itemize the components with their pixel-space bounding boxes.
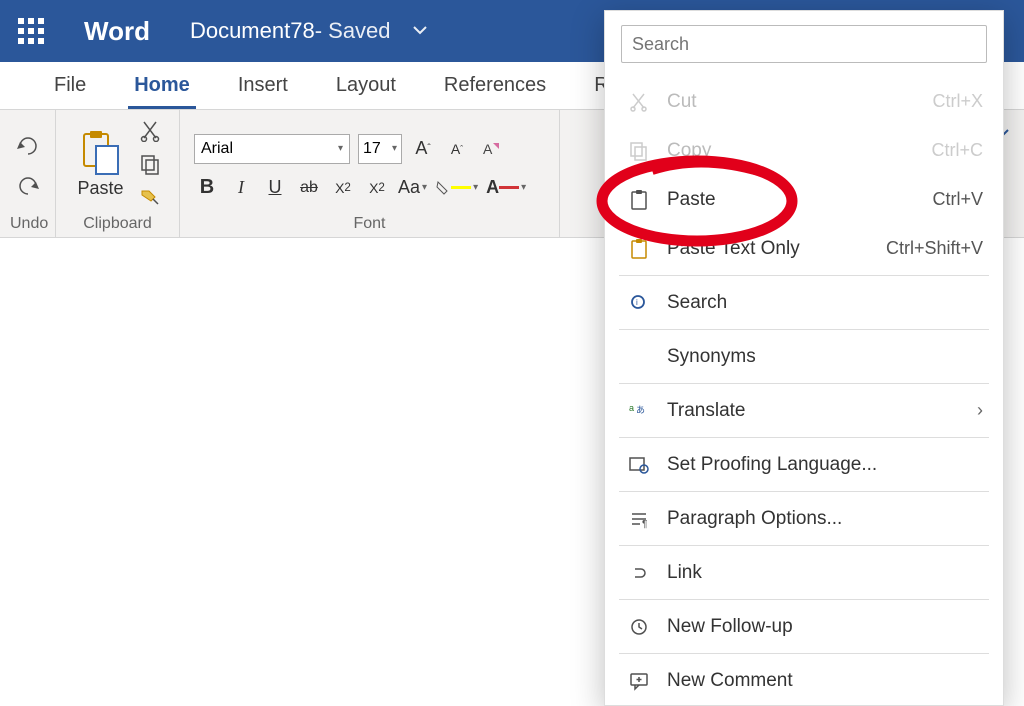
shortcut: Ctrl+X [932,91,983,112]
paste-icon [80,130,122,176]
highlight-button[interactable]: ▾ [435,174,478,202]
separator [619,329,989,330]
underline-button[interactable]: U [262,174,288,202]
menu-label: Link [667,562,983,584]
context-search-box[interactable] [621,25,987,63]
menu-new-followup[interactable]: New Follow-up [605,602,1003,651]
menu-label: Search [667,292,983,314]
app-launcher-icon[interactable] [18,18,44,44]
paragraph-icon: ¶ [625,508,653,530]
menu-translate[interactable]: aあ Translate › [605,386,1003,435]
tab-insert[interactable]: Insert [214,62,312,109]
menu-cut: Cut Ctrl+X [605,77,1003,126]
paste-button[interactable]: Paste [71,126,129,203]
shortcut: Ctrl+V [932,189,983,210]
separator [619,275,989,276]
separator [619,545,989,546]
link-icon [625,562,653,584]
separator [619,599,989,600]
menu-label: New Follow-up [667,616,983,638]
svg-text:A: A [483,141,493,157]
font-family-value: Arial [201,140,233,158]
menu-label: New Comment [667,670,983,692]
chevron-down-icon: ▾ [392,143,397,154]
svg-text:i: i [636,298,638,307]
tab-file[interactable]: File [30,62,110,109]
font-size-value: 17 [363,140,381,158]
menu-label: Cut [667,91,932,113]
tab-layout[interactable]: Layout [312,62,420,109]
bold-button[interactable]: B [194,174,220,202]
svg-text:a: a [629,403,634,413]
chevron-right-icon: › [977,400,983,421]
strikethrough-button[interactable]: ab [296,174,322,202]
proofing-icon [625,454,653,476]
menu-paragraph-options[interactable]: ¶ Paragraph Options... [605,494,1003,543]
group-label-clipboard: Clipboard [66,213,169,233]
comment-icon [625,670,653,692]
shortcut: Ctrl+Shift+V [886,238,983,259]
shrink-font-button[interactable]: Aˆ [444,135,470,163]
context-menu: Cut Ctrl+X Copy Ctrl+C Paste Ctrl+V Past… [604,10,1004,706]
ribbon-group-clipboard: Paste Clipboard [56,110,180,237]
font-color-button[interactable]: A ▾ [486,174,526,202]
menu-label: Paste Text Only [667,238,886,260]
svg-text:¶: ¶ [642,519,647,529]
cut-button[interactable] [136,117,164,145]
separator [619,491,989,492]
chevron-down-icon: ▾ [338,143,343,154]
italic-button[interactable]: I [228,174,254,202]
ribbon-group-undo: Undo [0,110,56,237]
group-label-font: Font [190,213,549,233]
clipboard-text-icon [625,238,653,260]
menu-synonyms[interactable]: Synonyms [605,332,1003,381]
separator [619,653,989,654]
menu-search[interactable]: i Search [605,278,1003,327]
clipboard-icon [625,189,653,211]
menu-copy: Copy Ctrl+C [605,126,1003,175]
blank-icon [625,346,653,368]
subscript-button[interactable]: X2 [330,174,356,202]
tab-home[interactable]: Home [110,62,214,109]
clear-formatting-button[interactable]: A [478,135,504,163]
translate-icon: aあ [625,400,653,422]
tab-references[interactable]: References [420,62,570,109]
menu-paste-text-only[interactable]: Paste Text Only Ctrl+Shift+V [605,224,1003,273]
menu-label: Copy [667,140,931,162]
menu-link[interactable]: Link [605,548,1003,597]
menu-new-comment[interactable]: New Comment [605,656,1003,705]
paste-label: Paste [77,178,123,199]
change-case-button[interactable]: Aa▾ [398,174,427,202]
menu-label: Paragraph Options... [667,508,983,530]
menu-label: Translate [667,400,977,422]
grow-font-button[interactable]: Aˆ [410,135,436,163]
superscript-button[interactable]: X2 [364,174,390,202]
undo-button[interactable] [13,130,43,160]
menu-label: Paste [667,189,932,211]
font-size-select[interactable]: 17 ▾ [358,134,402,164]
shortcut: Ctrl+C [931,140,983,161]
format-painter-button[interactable] [136,185,164,213]
svg-text:あ: あ [636,405,645,415]
font-family-select[interactable]: Arial ▾ [194,134,350,164]
save-status: - Saved [315,18,391,44]
ribbon-group-font: Arial ▾ 17 ▾ Aˆ Aˆ A B I U ab X2 X2 [180,110,560,237]
menu-label: Set Proofing Language... [667,454,983,476]
document-name[interactable]: Document78 [190,18,315,44]
app-name: Word [84,16,150,47]
title-dropdown-icon[interactable] [413,22,427,40]
group-label-undo: Undo [10,213,45,233]
context-search-input[interactable] [632,34,976,55]
menu-paste[interactable]: Paste Ctrl+V [605,175,1003,224]
menu-proofing-language[interactable]: Set Proofing Language... [605,440,1003,489]
scissors-icon [625,91,653,113]
separator [619,437,989,438]
copy-button[interactable] [136,151,164,179]
separator [619,383,989,384]
search-icon: i [625,292,653,314]
redo-button[interactable] [13,170,43,200]
clock-icon [625,616,653,638]
menu-label: Synonyms [667,346,983,368]
copy-icon [625,140,653,162]
